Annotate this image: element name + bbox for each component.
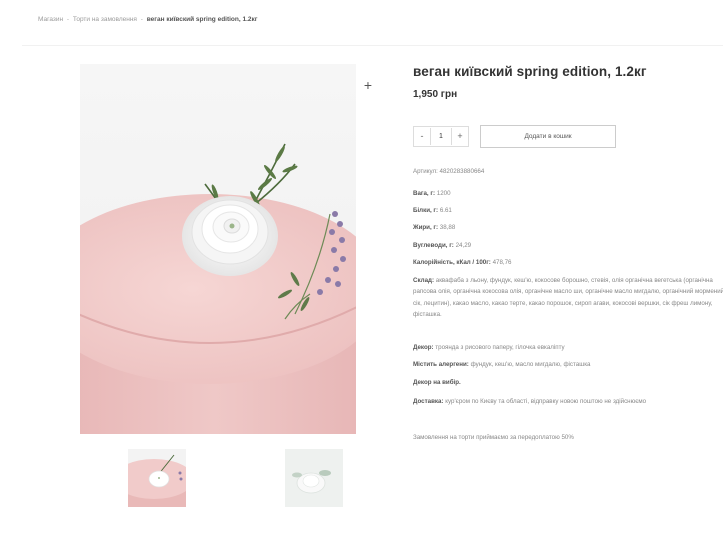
breadcrumb: Магазин - Торти на замовлення - веган ки…	[38, 16, 258, 23]
cake-thumbnail-icon	[285, 449, 343, 507]
protein-value: 6.61	[439, 207, 452, 214]
breadcrumb-separator: -	[66, 16, 70, 23]
breadcrumb-current: веган київский spring edition, 1.2кг	[146, 16, 258, 23]
decor-row: Декор: троянда з рисового паперу, гілочк…	[413, 344, 565, 351]
breadcrumb-cakes-link[interactable]: Торти на замовлення	[73, 16, 137, 23]
fat-label: Жири, г:	[413, 224, 439, 231]
quantity-input[interactable]	[430, 128, 452, 145]
add-to-cart-row: - + Додати в кошик	[413, 125, 616, 148]
calories-value: 478,76	[492, 259, 512, 266]
allergens-label: Містить алергени:	[413, 361, 469, 368]
composition-label: Склад:	[413, 277, 435, 284]
decor-value: троянда з рисового паперу, гілочка евкал…	[435, 344, 565, 351]
fat-value: 38,88	[439, 224, 456, 231]
composition-block: Склад: аквафаба з льону, фундук, кеш'ю, …	[413, 275, 723, 320]
product-price: 1,950 грн	[413, 89, 458, 100]
decor-choice-row: Декор на вибір.	[413, 379, 461, 386]
product-page: Магазин - Торти на замовлення - веган ки…	[0, 0, 723, 551]
calories-label: Калорійність, кКал / 100г:	[413, 259, 491, 266]
quantity-minus-button[interactable]: -	[414, 127, 430, 146]
prepayment-text: Замовлення на торти приймаємо за передоп…	[413, 434, 574, 441]
protein-label: Білки, г:	[413, 207, 439, 214]
composition-value: аквафаба з льону, фундук, кеш'ю, кокосов…	[413, 277, 723, 318]
thumbnail-2[interactable]	[285, 449, 343, 507]
cake-thumbnail-icon	[128, 449, 186, 507]
product-info: веган київский spring edition, 1.2кг 1,9…	[413, 64, 723, 100]
allergens-row: Містить алергени: фундук, кеш'ю, масло м…	[413, 361, 590, 368]
decor-label: Декор:	[413, 344, 434, 351]
weight-row: Вага, г: 1200	[413, 190, 451, 197]
cake-illustration	[80, 64, 356, 434]
sku-label: Артикул:	[413, 168, 438, 175]
thumbnail-1[interactable]	[128, 449, 186, 507]
zoom-icon[interactable]: +	[362, 78, 374, 92]
delivery-block: Доставка: кур'єром по Києву та області, …	[413, 396, 723, 407]
carbs-label: Вуглеводи, г:	[413, 242, 454, 249]
carbs-row: Вуглеводи, г: 24,29	[413, 242, 471, 249]
carbs-value: 24,29	[455, 242, 472, 249]
fat-row: Жири, г: 38,88	[413, 224, 455, 231]
quantity-stepper: - +	[413, 126, 469, 147]
breadcrumb-separator: -	[140, 16, 143, 23]
weight-label: Вага, г:	[413, 190, 436, 197]
delivery-value: кур'єром по Києву та області, відправку …	[445, 398, 647, 405]
quantity-plus-button[interactable]: +	[452, 127, 468, 146]
protein-row: Білки, г: 6.61	[413, 207, 452, 214]
decor-choice-text: Декор на вибір.	[413, 379, 461, 386]
product-main-image[interactable]	[80, 64, 356, 434]
add-to-cart-button[interactable]: Додати в кошик	[480, 125, 616, 148]
breadcrumb-shop-link[interactable]: Магазин	[38, 16, 63, 23]
allergens-value: фундук, кеш'ю, масло мигдалю, фісташка	[470, 361, 591, 368]
sku-row: Артикул: 4820283880664	[413, 168, 484, 175]
prepayment-row: Замовлення на торти приймаємо за передоп…	[413, 434, 574, 441]
sku-value: 4820283880664	[439, 168, 485, 175]
delivery-label: Доставка:	[413, 398, 444, 405]
divider	[22, 45, 723, 46]
weight-value: 1200	[436, 190, 451, 197]
calories-row: Калорійність, кКал / 100г: 478,76	[413, 259, 512, 266]
product-title: веган київский spring edition, 1.2кг	[413, 64, 647, 79]
